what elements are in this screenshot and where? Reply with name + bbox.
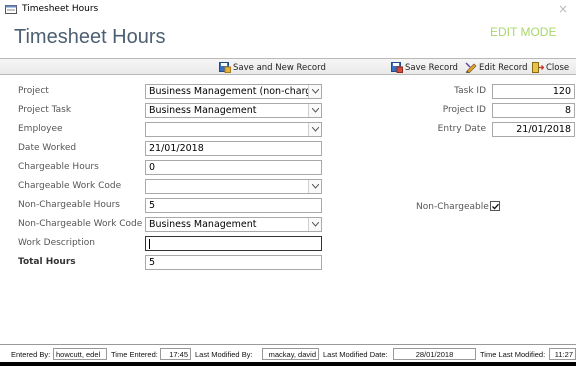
entry-date-label: Entry Date xyxy=(437,124,486,134)
close-label: Close xyxy=(546,62,570,73)
window-close-icon[interactable]: × xyxy=(558,2,568,16)
project-task-dropdown-arrow-icon[interactable] xyxy=(308,104,321,117)
save-and-new-record-label: Save and New Record xyxy=(233,62,326,73)
date-worked-input[interactable]: 21/01/2018 xyxy=(145,141,322,156)
edit-record-button[interactable]: Edit Record xyxy=(465,61,528,74)
project-label: Project xyxy=(18,86,49,96)
project-value: Business Management (non-charge) xyxy=(149,86,318,97)
employee-combo[interactable] xyxy=(145,122,322,137)
project-id-field[interactable]: 8 xyxy=(492,103,575,118)
time-last-modified-label: Time Last Modified: xyxy=(477,348,549,360)
save-record-label: Save Record xyxy=(405,62,458,73)
total-hours-input[interactable]: 5 xyxy=(145,255,322,270)
last-modified-date-value: 28/01/2018 xyxy=(393,348,476,360)
record-toolbar: Save and New Record Save Record Edit Rec… xyxy=(0,58,576,75)
save-new-icon xyxy=(219,62,231,73)
last-modified-by-label: Last Modified By: xyxy=(192,348,256,360)
task-id-label: Task ID xyxy=(454,86,486,96)
chargeable-work-code-combo[interactable] xyxy=(145,179,322,194)
non-chargeable-work-code-combo[interactable]: Business Management xyxy=(145,217,322,232)
non-chargeable-work-code-value: Business Management xyxy=(149,219,257,230)
timesheet-window: Timesheet Hours × Timesheet Hours EDIT M… xyxy=(0,0,576,366)
form-header: Timesheet Hours EDIT MODE xyxy=(0,20,576,58)
entered-by-value: howcutt, edel xyxy=(53,348,107,360)
save-record-button[interactable]: Save Record xyxy=(391,61,458,74)
non-chargeable-checkbox[interactable] xyxy=(490,201,500,211)
screen-bottom-edge xyxy=(0,362,576,366)
task-id-field[interactable]: 120 xyxy=(492,84,575,99)
checkmark-icon xyxy=(492,203,499,210)
project-task-label: Project Task xyxy=(18,105,72,115)
chargeable-hours-input[interactable]: 0 xyxy=(145,160,322,175)
project-combo[interactable]: Business Management (non-charge) xyxy=(145,84,322,99)
chargeable-work-code-dropdown-arrow-icon[interactable] xyxy=(308,180,321,193)
close-door-icon xyxy=(532,62,544,73)
close-button[interactable]: Close xyxy=(532,61,569,74)
edit-pencil-icon xyxy=(465,62,477,73)
entered-by-label: Entered By: xyxy=(8,348,54,360)
work-description-input[interactable] xyxy=(145,236,322,251)
title-bar: Timesheet Hours × xyxy=(0,0,576,20)
edit-record-label: Edit Record xyxy=(479,62,528,73)
project-id-label: Project ID xyxy=(442,105,486,115)
employee-label: Employee xyxy=(18,124,63,134)
non-chargeable-work-code-label: Non-Chargeable Work Code xyxy=(18,219,143,229)
entry-date-field[interactable]: 21/01/2018 xyxy=(492,122,575,137)
non-chargeable-work-code-dropdown-arrow-icon[interactable] xyxy=(308,218,321,231)
non-chargeable-hours-input[interactable]: 5 xyxy=(145,198,322,213)
date-worked-label: Date Worked xyxy=(18,143,77,153)
project-task-value: Business Management xyxy=(149,105,257,116)
time-entered-value: 17:45 xyxy=(160,348,191,360)
edit-mode-indicator: EDIT MODE xyxy=(490,25,557,39)
time-entered-label: Time Entered: xyxy=(108,348,161,360)
chargeable-hours-label: Chargeable Hours xyxy=(18,162,99,172)
project-task-combo[interactable]: Business Management xyxy=(145,103,322,118)
chargeable-work-code-label: Chargeable Work Code xyxy=(18,181,122,191)
window-title: Timesheet Hours xyxy=(22,4,99,14)
work-description-label: Work Description xyxy=(18,238,95,248)
form-title: Timesheet Hours xyxy=(14,26,166,48)
last-modified-by-value: mackay, david xyxy=(262,348,319,360)
project-dropdown-arrow-icon[interactable] xyxy=(308,85,321,98)
audit-status-bar: Entered By: howcutt, edel Time Entered: … xyxy=(0,344,576,362)
save-icon xyxy=(391,62,403,73)
time-last-modified-value: 11:27 xyxy=(549,348,576,360)
employee-dropdown-arrow-icon[interactable] xyxy=(308,123,321,136)
last-modified-date-label: Last Modified Date: xyxy=(320,348,391,360)
text-caret xyxy=(149,238,150,249)
non-chargeable-hours-label: Non-Chargeable Hours xyxy=(18,200,120,210)
save-and-new-record-button[interactable]: Save and New Record xyxy=(219,61,326,74)
non-chargeable-label: Non-Chargeable xyxy=(416,202,489,212)
form-app-icon xyxy=(5,4,17,15)
total-hours-label: Total Hours xyxy=(18,257,76,267)
